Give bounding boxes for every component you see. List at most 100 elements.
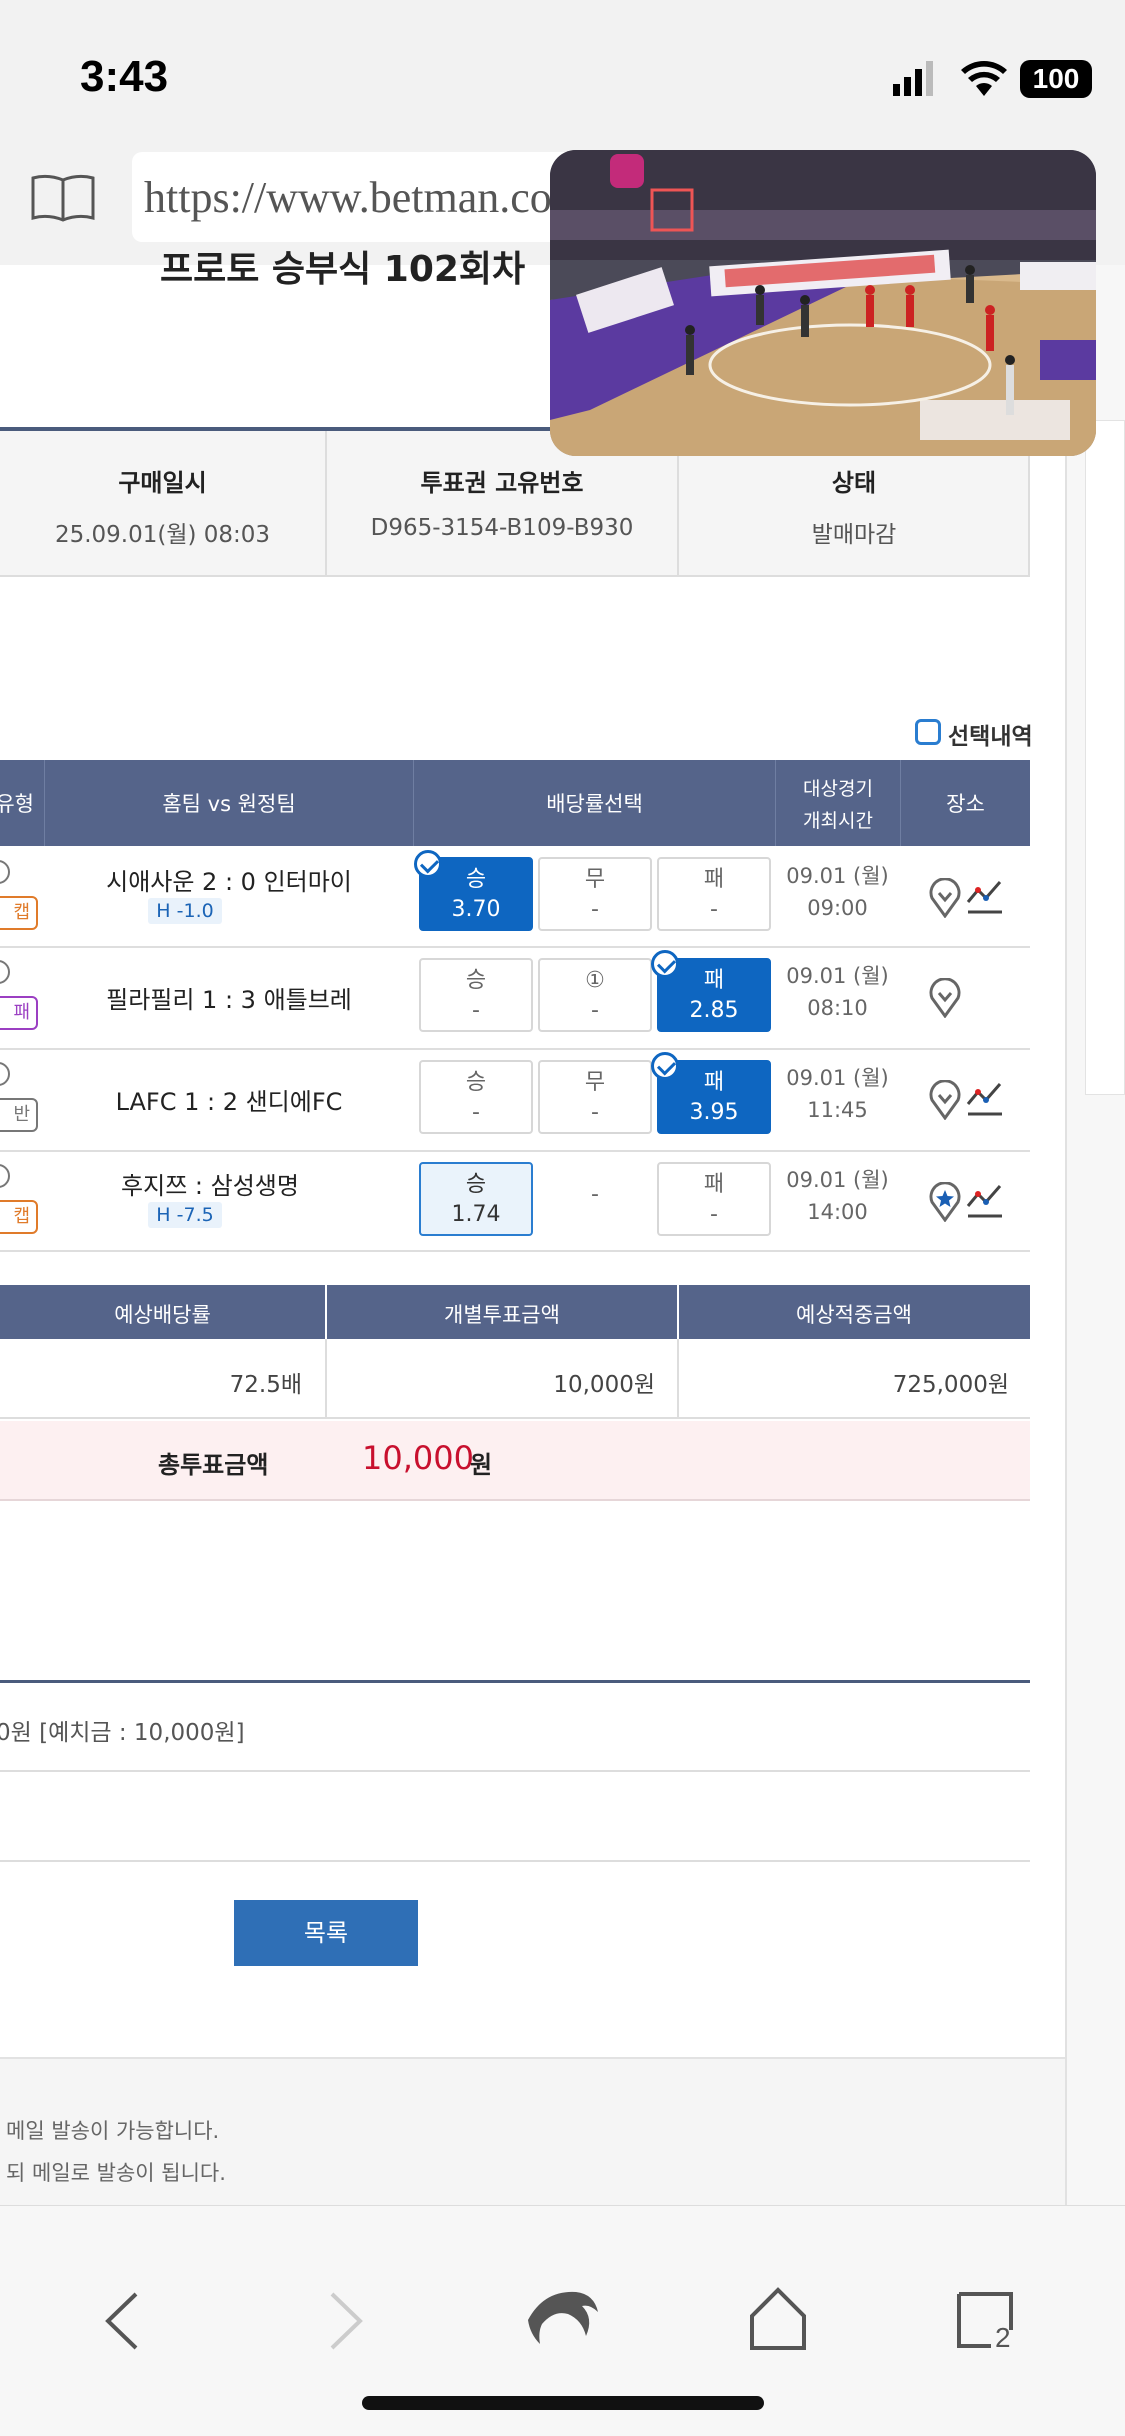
match-time: 09.01 (월) 09:00	[775, 860, 900, 924]
match-time: 09.01 (월) 11:45	[775, 1062, 900, 1126]
match-teams: 시애사운 2 : 0 인터마이	[106, 868, 352, 896]
bookmarks-icon[interactable]	[30, 172, 96, 224]
info-header-status: 상태	[831, 469, 877, 497]
row-radio[interactable]	[0, 1164, 10, 1188]
odds-lose-value: 2.85	[689, 998, 739, 1023]
odds-lose-value: -	[710, 897, 718, 922]
odds-draw-button[interactable]: 무 -	[538, 1060, 652, 1134]
match-teams: 후지쯔 : 삼성생명	[121, 1172, 299, 1200]
tabs-icon[interactable]: 2	[955, 2290, 1015, 2353]
match-date: 09.01 (월)	[786, 964, 889, 988]
stats-chart-icon[interactable]	[966, 876, 1004, 920]
match-date: 09.01 (월)	[786, 1168, 889, 1192]
selected-check-icon	[414, 850, 442, 878]
match-time: 09.01 (월) 08:10	[775, 960, 900, 1024]
location-pin-icon[interactable]	[928, 1079, 962, 1124]
summary-header-expected-win: 예상적중금액	[796, 1303, 912, 1327]
location-pin-icon[interactable]	[928, 977, 962, 1022]
odds-draw-value: -	[591, 998, 599, 1023]
odds-win-button[interactable]: 승 1.74	[419, 1162, 533, 1236]
header-teams: 홈팀 vs 원정팀	[162, 792, 296, 816]
location-pin-icon[interactable]	[928, 877, 962, 922]
odds-draw-button[interactable]: ① -	[538, 958, 652, 1032]
row-radio[interactable]	[0, 1062, 10, 1086]
battery-icon: 100	[1020, 60, 1092, 98]
odds-win-value: -	[472, 998, 480, 1023]
row-radio[interactable]	[0, 860, 10, 884]
odds-win-label: 승	[465, 968, 487, 993]
dolphin-icon[interactable]	[524, 2284, 602, 2358]
odds-draw-value: -	[591, 897, 599, 922]
odds-win-value: 3.70	[451, 897, 501, 922]
info-value-purchase-date: 25.09.01(월) 08:03	[54, 522, 271, 548]
header-time-line2: 개최시간	[803, 810, 873, 832]
total-amount: 10,000	[362, 1439, 474, 1477]
type-tag: 패	[0, 996, 38, 1030]
table-row: 캡 시애사운 2 : 0 인터마이 H -1.0 승 3.70 무 - 패 - …	[0, 846, 1030, 946]
battery-level: 100	[1032, 63, 1080, 94]
selected-check-icon	[651, 950, 679, 978]
location-pin-icon[interactable]	[928, 1181, 962, 1226]
match-hour: 08:10	[807, 996, 868, 1020]
odds-lose-value: -	[710, 1202, 718, 1227]
summary-expected-odds: 72.5배	[229, 1372, 302, 1398]
info-header-purchase-date: 구매일시	[118, 469, 207, 497]
deposit-divider	[0, 1770, 1030, 1772]
selection-checkbox[interactable]	[915, 719, 941, 745]
type-tag: 반	[0, 1098, 38, 1132]
odds-draw-button[interactable]: 무 -	[538, 857, 652, 931]
table-row: 패 필라필리 1 : 3 애틀브레 승 - ① - 패 2.85 09.01 (…	[0, 948, 1030, 1048]
signal-icon	[893, 60, 937, 96]
odds-win-button[interactable]: 승 -	[419, 958, 533, 1032]
handicap-wrap: H -1.0	[45, 898, 325, 924]
total-label: 총투표금액	[158, 1451, 269, 1479]
footer-section: 메일 발송이 가능합니다. 되 메일로 발송이 됩니다.	[0, 2057, 1065, 2207]
table-row: 반 LAFC 1 : 2 샌디에FC 승 - 무 - 패 3.95 09.01 …	[0, 1050, 1030, 1150]
deposit-text: 0원 [예치금 : 10,000원]	[0, 1720, 245, 1746]
list-button[interactable]: 목록	[234, 1900, 418, 1966]
tabs-count: 2	[995, 2322, 1011, 2353]
odds-win-label: 승	[465, 1070, 487, 1095]
summary-values-row: 72.5배 10,000원 725,000원	[0, 1339, 1030, 1419]
match-hour: 14:00	[807, 1200, 868, 1224]
odds-lose-button[interactable]: 패 -	[657, 857, 771, 931]
odds-lose-button[interactable]: 패 -	[657, 1162, 771, 1236]
odds-draw-label: 무	[584, 867, 606, 892]
stats-chart-icon[interactable]	[966, 1180, 1004, 1224]
match-time: 09.01 (월) 14:00	[775, 1164, 900, 1228]
info-value-status: 발매마감	[811, 522, 897, 548]
forward-icon[interactable]	[322, 2290, 368, 2356]
bets-table-header: 유형 홈팀 vs 원정팀 배당률선택 대상경기 개최시간 장소	[0, 760, 1030, 846]
header-odds: 배당률선택	[546, 792, 643, 816]
row-radio[interactable]	[0, 960, 10, 984]
back-icon[interactable]	[100, 2290, 146, 2356]
selected-check-icon	[651, 1052, 679, 1080]
row-divider	[0, 1250, 1030, 1252]
match-date: 09.01 (월)	[786, 864, 889, 888]
match-hour: 11:45	[807, 1098, 868, 1122]
info-value-ticket-id: D965-3154-B109-B930	[370, 515, 634, 541]
match-teams: LAFC 1 : 2 샌디에FC	[115, 1088, 343, 1116]
handicap-badge: H -7.5	[148, 1202, 222, 1228]
odds-win-button[interactable]: 승 -	[419, 1060, 533, 1134]
summary-header-bet-amount: 개별투표금액	[444, 1303, 560, 1327]
status-time: 3:43	[80, 52, 169, 101]
footer-note-1: 메일 발송이 가능합니다.	[6, 2119, 220, 2143]
summary-bet-amount: 10,000원	[553, 1372, 655, 1398]
match-date: 09.01 (월)	[786, 1066, 889, 1090]
status-bar	[0, 0, 1125, 150]
selection-toggle-label: 선택내역	[948, 724, 1033, 750]
odds-draw-value: -	[591, 1182, 599, 1207]
home-icon[interactable]	[748, 2286, 808, 2356]
odds-win-label: 승	[465, 1172, 487, 1197]
odds-win-value: 1.74	[451, 1202, 501, 1227]
odds-draw-label: 무	[584, 1070, 606, 1095]
handicap-badge: H -1.0	[148, 898, 222, 924]
summary-header-expected-odds: 예상배당률	[114, 1303, 211, 1327]
pip-video-player[interactable]	[550, 150, 1096, 456]
stats-chart-icon[interactable]	[966, 1078, 1004, 1122]
odds-lose-label: 패	[703, 1172, 725, 1197]
handicap-wrap: H -7.5	[45, 1202, 325, 1228]
deposit-divider	[0, 1860, 1030, 1862]
type-tag: 캡	[0, 1200, 38, 1234]
